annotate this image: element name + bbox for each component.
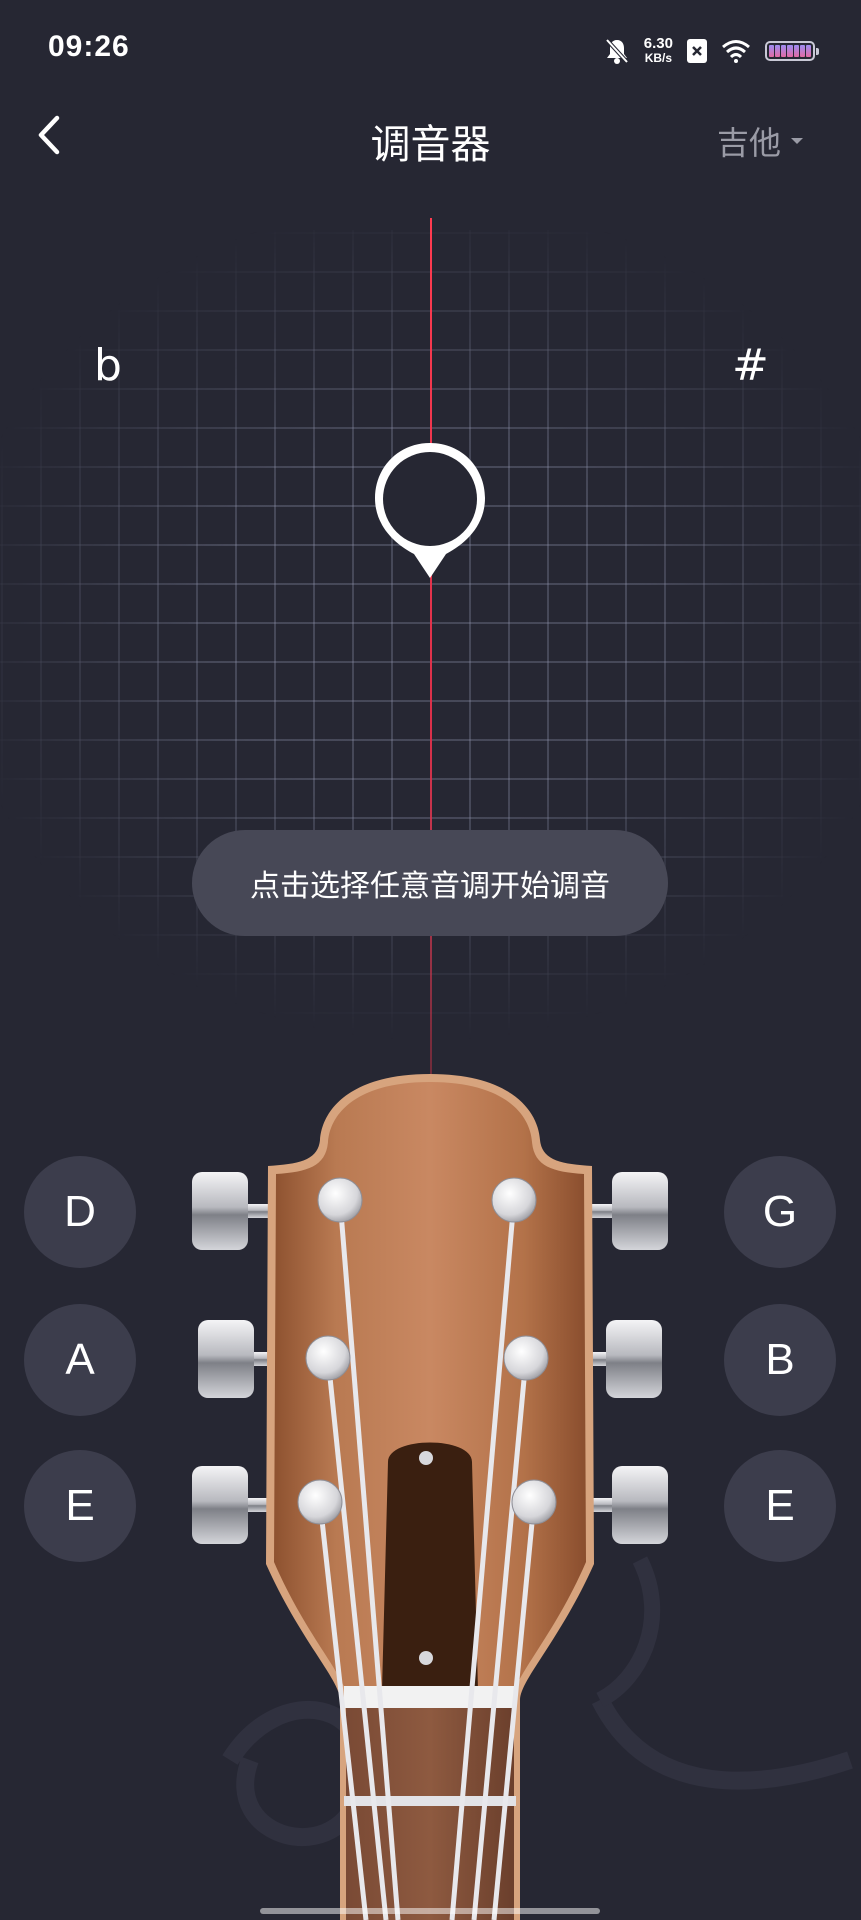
wifi-icon xyxy=(722,40,750,63)
flat-symbol: b xyxy=(94,340,122,391)
status-time: 09:26 xyxy=(48,30,130,63)
net-speed: 6.30 KB/s xyxy=(643,35,673,65)
caret-down-icon xyxy=(791,138,803,144)
sharp-symbol: # xyxy=(732,340,769,391)
status-icons: 6.30 KB/s xyxy=(604,34,819,68)
instrument-label: 吉他 xyxy=(716,124,781,162)
net-speed-unit: KB/s xyxy=(644,51,673,65)
close-box-icon xyxy=(687,39,707,63)
string-button-G[interactable]: G xyxy=(724,1156,836,1268)
string-button-D[interactable]: D xyxy=(24,1156,136,1268)
string-button-low-E[interactable]: E xyxy=(24,1450,136,1562)
net-speed-value: 6.30 xyxy=(643,35,673,52)
mute-bell-icon xyxy=(605,38,629,64)
string-button-A[interactable]: A xyxy=(24,1304,136,1416)
string-button-B[interactable]: B xyxy=(724,1304,836,1416)
pitch-indicator-pin xyxy=(375,443,485,578)
battery-icon xyxy=(765,41,819,61)
instrument-selector[interactable]: 吉他 xyxy=(717,118,803,164)
string-button-high-E[interactable]: E xyxy=(724,1450,836,1562)
tuner-screen: 09:26 6.30 KB/s 调音器 吉他 b # 点击选择任意音调开始调音 … xyxy=(0,0,861,1920)
home-indicator[interactable] xyxy=(260,1908,600,1914)
pitch-center-line xyxy=(430,218,432,1078)
hint-toast: 点击选择任意音调开始调音 xyxy=(192,830,668,936)
